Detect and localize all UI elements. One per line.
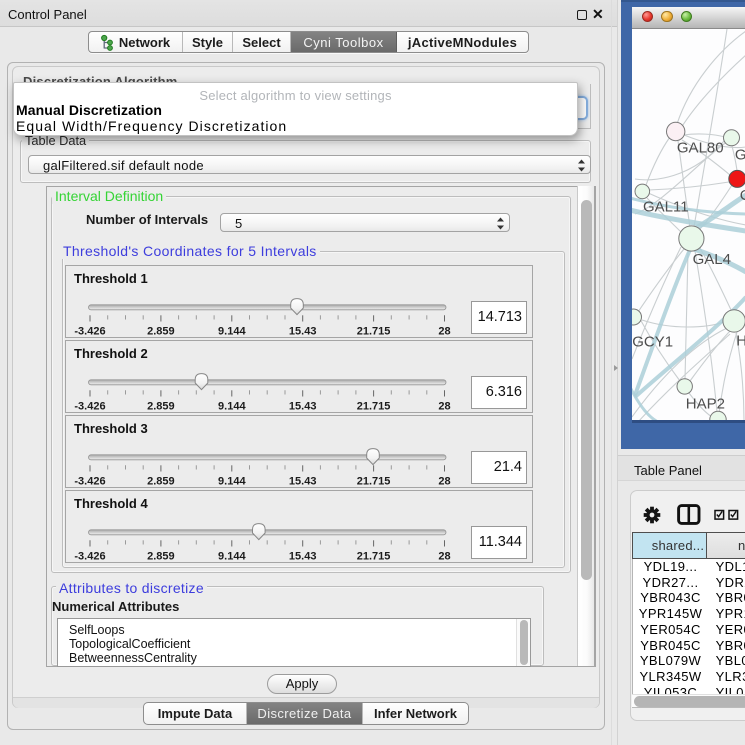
svg-text:-3.426: -3.426 [74, 326, 105, 338]
svg-text:2.859: 2.859 [147, 476, 175, 488]
svg-text:GCY1: GCY1 [632, 333, 673, 350]
svg-text:2.859: 2.859 [147, 551, 175, 563]
svg-text:GAL80: GAL80 [676, 139, 723, 156]
svg-text:28: 28 [438, 326, 450, 338]
svg-text:28: 28 [438, 401, 450, 413]
svg-text:21.715: 21.715 [357, 401, 391, 413]
svg-text:GAL11: GAL11 [643, 198, 689, 215]
svg-text:GA: GA [734, 146, 745, 163]
svg-text:21.715: 21.715 [357, 326, 391, 338]
svg-text:9.144: 9.144 [218, 551, 246, 563]
svg-text:C: C [739, 187, 745, 204]
svg-text:28: 28 [438, 551, 450, 563]
svg-text:15.43: 15.43 [289, 326, 317, 338]
svg-text:15.43: 15.43 [289, 476, 317, 488]
svg-text:GAL4: GAL4 [692, 251, 730, 268]
svg-text:H: H [736, 332, 745, 349]
svg-text:9.144: 9.144 [218, 401, 246, 413]
svg-text:2.859: 2.859 [147, 401, 175, 413]
svg-text:9.144: 9.144 [218, 476, 246, 488]
svg-text:15.43: 15.43 [289, 551, 317, 563]
svg-text:HAP2: HAP2 [685, 395, 724, 412]
svg-text:28: 28 [438, 476, 450, 488]
svg-text:21.715: 21.715 [357, 551, 391, 563]
svg-text:-3.426: -3.426 [74, 551, 105, 563]
svg-text:-3.426: -3.426 [74, 401, 105, 413]
svg-text:15.43: 15.43 [289, 401, 317, 413]
svg-text:21.715: 21.715 [357, 476, 391, 488]
svg-text:9.144: 9.144 [218, 326, 246, 338]
svg-text:2.859: 2.859 [147, 326, 175, 338]
svg-text:-3.426: -3.426 [74, 476, 105, 488]
